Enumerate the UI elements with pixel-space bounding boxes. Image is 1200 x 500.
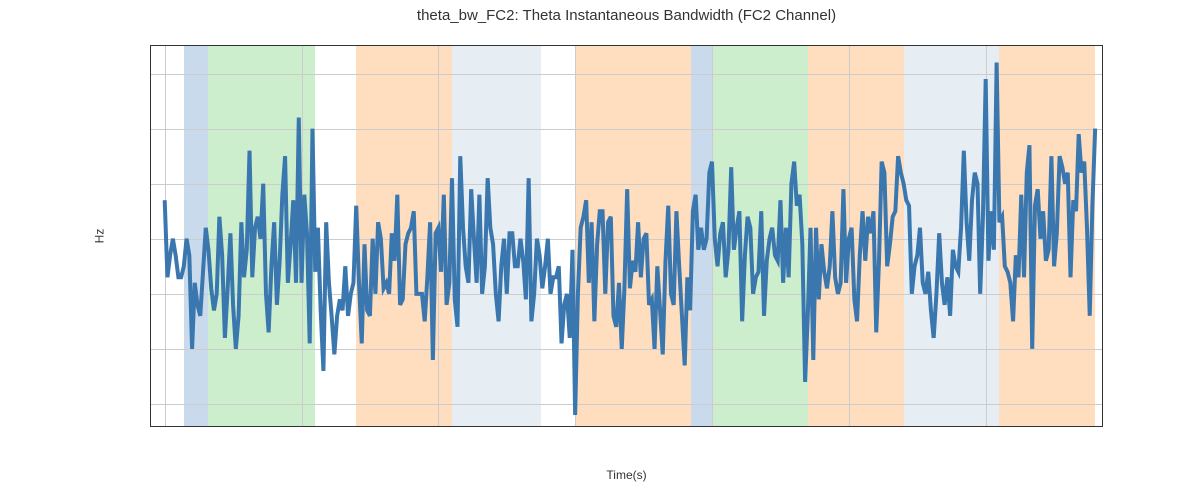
line-plot-svg <box>151 46 1102 426</box>
chart-title: theta_bw_FC2: Theta Instantaneous Bandwi… <box>417 7 836 24</box>
chart-container: theta_bw_FC2: Theta Instantaneous Bandwi… <box>150 25 1103 447</box>
data-line <box>165 63 1095 415</box>
x-axis-label: Time(s) <box>606 468 646 482</box>
y-axis-label: Hz <box>92 229 106 244</box>
plot-area: 01000200030004000500060001.41.51.61.71.8… <box>150 45 1103 427</box>
